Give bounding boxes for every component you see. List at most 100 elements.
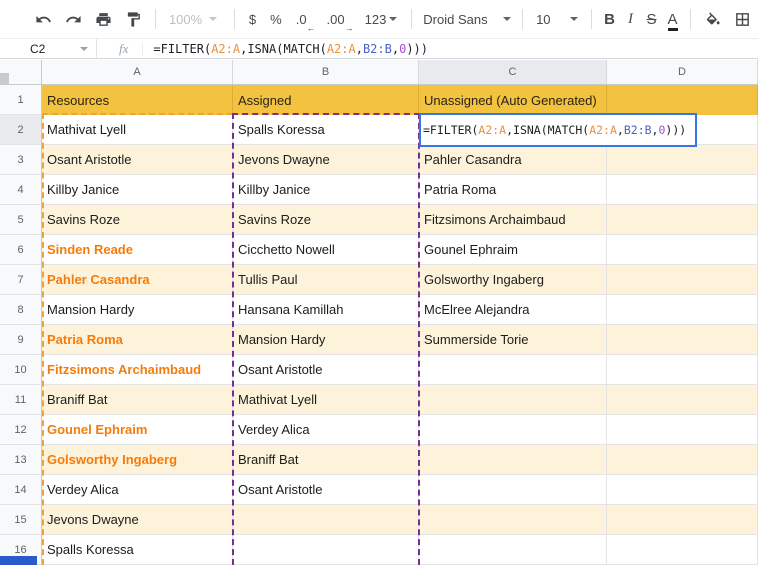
cell-C10[interactable] — [419, 355, 607, 385]
cell-C3[interactable]: Pahler Casandra — [419, 145, 607, 175]
cell-D10[interactable] — [607, 355, 758, 385]
column-header-A[interactable]: A — [42, 60, 233, 85]
cell-C15[interactable] — [419, 505, 607, 535]
cell-C6[interactable]: Gounel Ephraim — [419, 235, 607, 265]
cell-C4[interactable]: Patria Roma — [419, 175, 607, 205]
undo-button[interactable] — [31, 6, 55, 32]
cell-A11[interactable]: Braniff Bat — [42, 385, 233, 415]
cell-B1[interactable]: Assigned — [233, 85, 419, 115]
cell-A16[interactable]: Spalls Koressa — [42, 535, 233, 565]
cell-D4[interactable] — [607, 175, 758, 205]
cell-C12[interactable] — [419, 415, 607, 445]
font-size-select[interactable]: 10 — [536, 12, 579, 27]
row-header-5[interactable]: 5 — [0, 205, 42, 235]
cell-B16[interactable] — [233, 535, 419, 565]
cell-C5[interactable]: Fitzsimons Archaimbaud — [419, 205, 607, 235]
row-header-2[interactable]: 2 — [0, 115, 42, 145]
cell-C9[interactable]: Summerside Torie — [419, 325, 607, 355]
cell-A12[interactable]: Gounel Ephraim — [42, 415, 233, 445]
column-header-B[interactable]: B — [233, 60, 419, 85]
cell-B8[interactable]: Hansana Kamillah — [233, 295, 419, 325]
cell-D9[interactable] — [607, 325, 758, 355]
cell-B7[interactable]: Tullis Paul — [233, 265, 419, 295]
cell-D16[interactable] — [607, 535, 758, 565]
cell-B4[interactable]: Killby Janice — [233, 175, 419, 205]
cell-C8[interactable]: McElree Alejandra — [419, 295, 607, 325]
row-header-8[interactable]: 8 — [0, 295, 42, 325]
cell-B10[interactable]: Osant Aristotle — [233, 355, 419, 385]
borders-button[interactable] — [731, 6, 755, 32]
cell-C11[interactable] — [419, 385, 607, 415]
column-header-D[interactable]: D — [607, 60, 758, 85]
cell-C7[interactable]: Golsworthy Ingaberg — [419, 265, 607, 295]
cell-A4[interactable]: Killby Janice — [42, 175, 233, 205]
cell-D14[interactable] — [607, 475, 758, 505]
cell-D11[interactable] — [607, 385, 758, 415]
italic-button[interactable]: I — [620, 11, 641, 28]
row-header-13[interactable]: 13 — [0, 445, 42, 475]
bold-button[interactable]: B — [599, 11, 620, 28]
cell-editor-C2[interactable]: =FILTER(A2:A, ISNA(MATCH(A2:A, B2:B, 0))) — [419, 113, 697, 147]
cell-A13[interactable]: Golsworthy Ingaberg — [42, 445, 233, 475]
cell-C14[interactable] — [419, 475, 607, 505]
font-family-select[interactable]: Droid Sans — [423, 12, 512, 27]
cell-D1[interactable] — [607, 85, 758, 115]
cell-A14[interactable]: Verdey Alica — [42, 475, 233, 505]
paint-format-button[interactable] — [121, 6, 145, 32]
cell-A9[interactable]: Patria Roma — [42, 325, 233, 355]
row-header-9[interactable]: 9 — [0, 325, 42, 355]
fill-color-button[interactable] — [701, 6, 725, 32]
cell-B2[interactable]: Spalls Koressa — [233, 115, 419, 145]
cell-A10[interactable]: Fitzsimons Archaimbaud — [42, 355, 233, 385]
row-header-4[interactable]: 4 — [0, 175, 42, 205]
cell-A15[interactable]: Jevons Dwayne — [42, 505, 233, 535]
cell-C1[interactable]: Unassigned (Auto Generated) — [419, 85, 607, 115]
cell-D12[interactable] — [607, 415, 758, 445]
format-currency-button[interactable]: $ — [249, 12, 256, 27]
cell-B14[interactable]: Osant Aristotle — [233, 475, 419, 505]
print-button[interactable] — [91, 6, 115, 32]
cell-C13[interactable] — [419, 445, 607, 475]
cell-C16[interactable] — [419, 535, 607, 565]
cell-D3[interactable] — [607, 145, 758, 175]
cell-D5[interactable] — [607, 205, 758, 235]
decrease-decimals-button[interactable]: .0 ← — [296, 12, 316, 33]
formula-input[interactable]: =FILTER(A2:A,ISNA(MATCH(A2:A,B2:B,0))) — [153, 42, 428, 56]
row-header-1[interactable]: 1 — [0, 85, 42, 115]
zoom-control[interactable]: 100% — [169, 12, 221, 27]
strikethrough-button[interactable]: S — [641, 11, 662, 28]
frozen-pane-handle[interactable] — [0, 73, 9, 85]
cell-A6[interactable]: Sinden Reade — [42, 235, 233, 265]
cell-A7[interactable]: Pahler Casandra — [42, 265, 233, 295]
increase-decimals-button[interactable]: .00 → — [327, 12, 354, 33]
cell-A3[interactable]: Osant Aristotle — [42, 145, 233, 175]
cell-A8[interactable]: Mansion Hardy — [42, 295, 233, 325]
cell-B9[interactable]: Mansion Hardy — [233, 325, 419, 355]
cell-B5[interactable]: Savins Roze — [233, 205, 419, 235]
cell-D15[interactable] — [607, 505, 758, 535]
redo-button[interactable] — [61, 6, 85, 32]
cell-A2[interactable]: Mathivat Lyell — [42, 115, 233, 145]
cell-B15[interactable] — [233, 505, 419, 535]
format-percent-button[interactable]: % — [270, 12, 282, 27]
cell-B3[interactable]: Jevons Dwayne — [233, 145, 419, 175]
name-box[interactable]: C2 — [0, 42, 88, 56]
row-header-3[interactable]: 3 — [0, 145, 42, 175]
cell-B13[interactable]: Braniff Bat — [233, 445, 419, 475]
row-header-7[interactable]: 7 — [0, 265, 42, 295]
text-color-button[interactable]: A — [662, 10, 683, 31]
cell-B6[interactable]: Cicchetto Nowell — [233, 235, 419, 265]
row-header-15[interactable]: 15 — [0, 505, 42, 535]
cell-A1[interactable]: Resources — [42, 85, 233, 115]
cell-D6[interactable] — [607, 235, 758, 265]
row-header-11[interactable]: 11 — [0, 385, 42, 415]
cell-D13[interactable] — [607, 445, 758, 475]
row-header-6[interactable]: 6 — [0, 235, 42, 265]
cell-A5[interactable]: Savins Roze — [42, 205, 233, 235]
number-format-menu[interactable]: 123 — [365, 12, 398, 27]
cell-D8[interactable] — [607, 295, 758, 325]
cell-B11[interactable]: Mathivat Lyell — [233, 385, 419, 415]
cell-D7[interactable] — [607, 265, 758, 295]
row-header-10[interactable]: 10 — [0, 355, 42, 385]
column-header-C[interactable]: C — [419, 60, 607, 85]
